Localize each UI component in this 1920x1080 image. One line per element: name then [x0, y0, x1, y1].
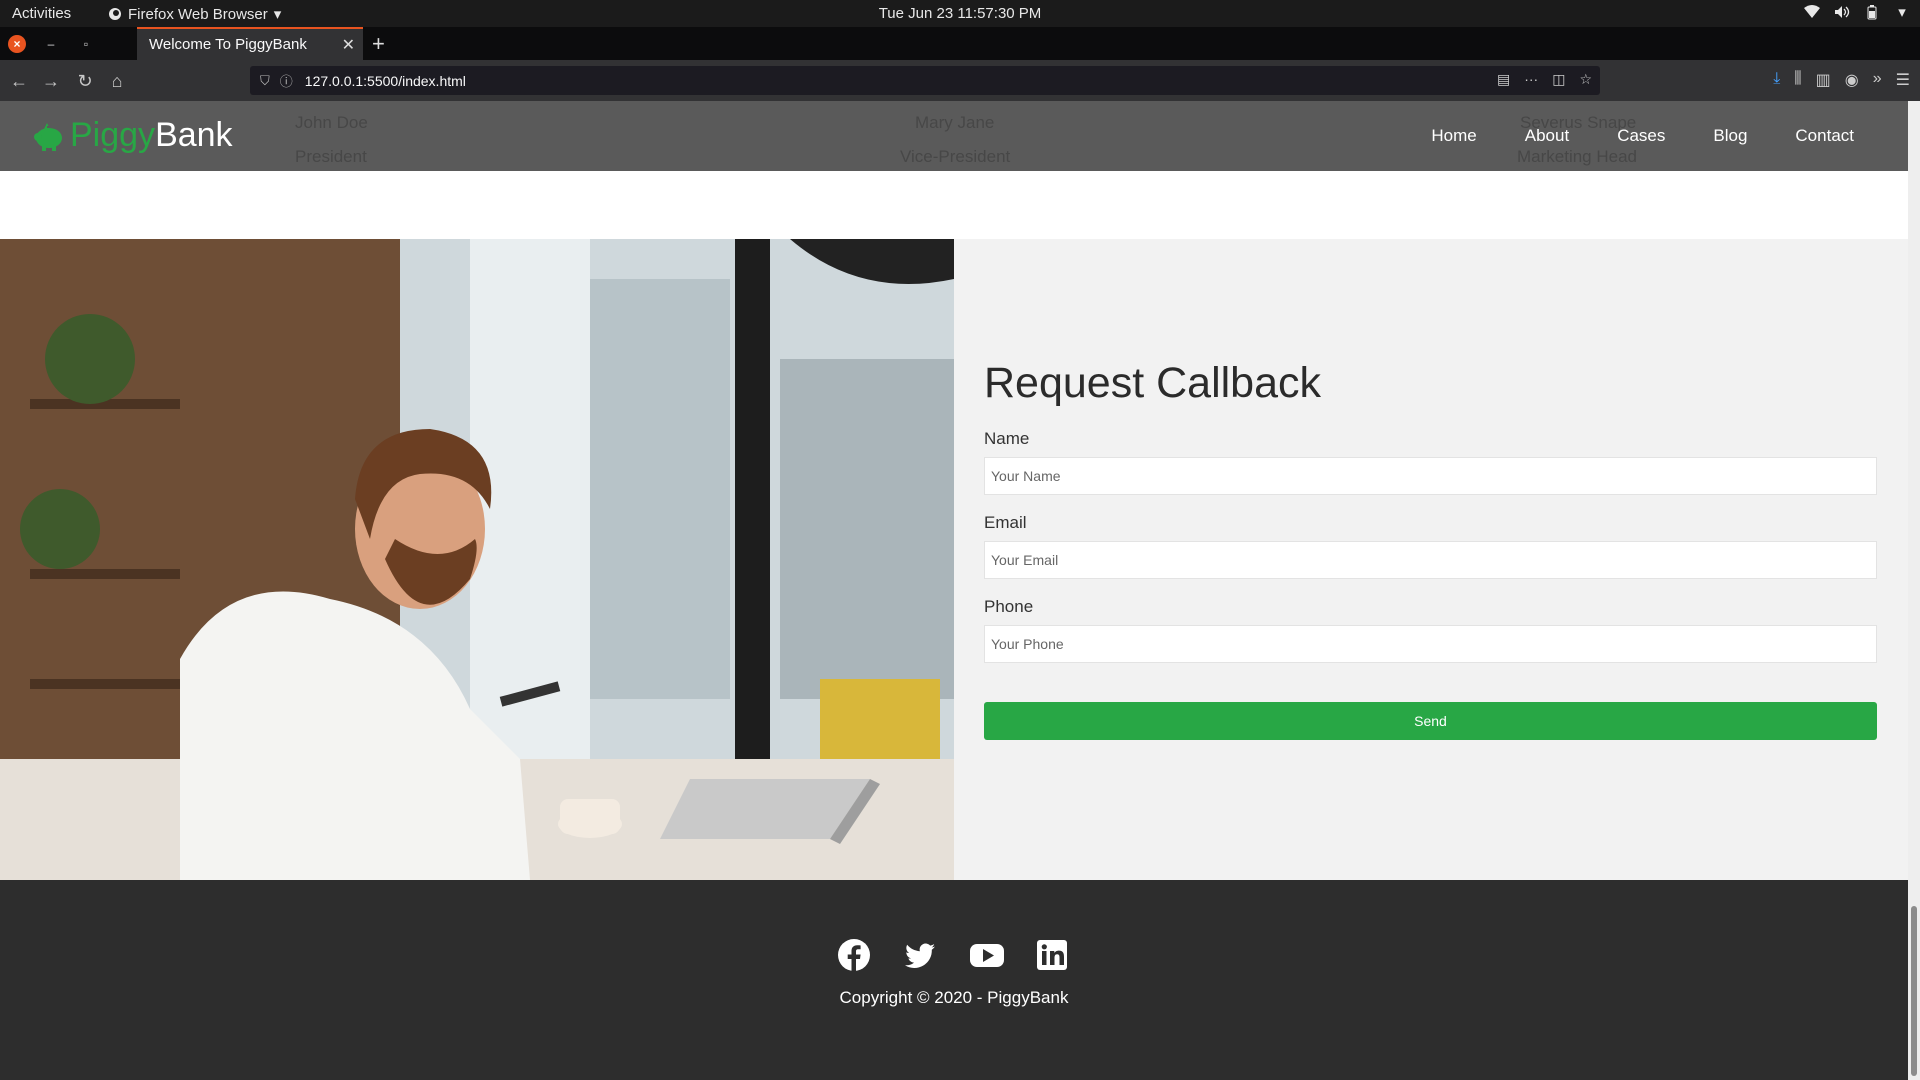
name-label: Name [984, 429, 1030, 448]
scrollbar-thumb[interactable] [1911, 906, 1917, 1076]
library-icon[interactable]: ⫼ [1794, 70, 1801, 90]
account-icon[interactable]: ◉ [1845, 70, 1859, 90]
page-viewport: John Doe President Mary Jane Vice-Presid… [0, 101, 1908, 1080]
copyright-text: Copyright © 2020 - PiggyBank [839, 988, 1069, 1007]
back-icon[interactable]: ← [8, 70, 30, 92]
url-text[interactable]: 127.0.0.1:5500/index.html [305, 73, 466, 89]
phone-input[interactable] [984, 625, 1877, 663]
system-top-bar: Activities Firefox Web Browser ▾ Tue Jun… [0, 0, 1920, 27]
hamburger-menu-icon[interactable]: ☰ [1896, 70, 1910, 90]
home-icon[interactable]: ⌂ [106, 70, 128, 92]
team-member-role: President [295, 147, 367, 166]
page-actions-icon[interactable]: ··· [1524, 71, 1538, 88]
site-logo[interactable]: Piggy Bank [30, 116, 233, 155]
pocket-icon[interactable]: ◫ [1552, 71, 1565, 88]
piggy-bank-icon [34, 122, 62, 151]
team-member-name: Mary Jane [915, 113, 995, 132]
logo-text-bank: Bank [155, 116, 233, 154]
twitter-icon[interactable] [903, 938, 939, 972]
main-nav: Home About Cases Blog Contact [1431, 101, 1908, 171]
callback-form-panel: Request Callback Name Email Phone Send [954, 239, 1908, 880]
volume-icon [1834, 4, 1850, 20]
social-links [0, 938, 1908, 972]
system-menu-caret-icon: ▾ [1898, 4, 1906, 21]
nav-home[interactable]: Home [1431, 126, 1476, 146]
linkedin-icon[interactable] [1035, 938, 1071, 972]
sidebar-icon[interactable]: ▥ [1816, 70, 1831, 90]
system-tray[interactable]: ▾ [1804, 4, 1910, 21]
page-scrollbar[interactable] [1908, 101, 1920, 1080]
forward-icon[interactable]: → [40, 70, 62, 92]
name-input[interactable] [984, 457, 1877, 495]
overflow-chevron-icon[interactable]: » [1873, 70, 1882, 90]
reader-view-icon[interactable]: ▤ [1497, 71, 1510, 88]
tracking-shield-icon[interactable]: ⛉ [260, 73, 270, 89]
downloads-icon[interactable]: ⤓ [1773, 70, 1780, 90]
clock[interactable]: Tue Jun 23 11:57:30 PM [0, 5, 1920, 22]
send-button[interactable]: Send [984, 702, 1877, 740]
nav-cases[interactable]: Cases [1617, 126, 1665, 146]
callback-section: Request Callback Name Email Phone Send [0, 239, 1908, 880]
tab-welcome[interactable]: Welcome To PiggyBank ✕ [137, 27, 363, 60]
nav-about[interactable]: About [1525, 126, 1569, 146]
url-bar[interactable]: ⛉ ⓘ 127.0.0.1:5500/index.html ▤ ··· ◫ ☆ [250, 66, 1600, 95]
team-member-name: John Doe [295, 113, 368, 132]
wifi-icon [1804, 4, 1820, 20]
window-minimize-icon[interactable]: – [42, 35, 60, 53]
battery-icon [1864, 4, 1880, 20]
window-close-icon[interactable]: × [8, 35, 26, 53]
tab-strip: × – ▫ Welcome To PiggyBank ✕ + [0, 27, 1920, 60]
site-header: John Doe President Mary Jane Vice-Presid… [0, 101, 1908, 171]
callback-title: Request Callback [984, 359, 1322, 407]
new-tab-icon[interactable]: + [372, 31, 385, 57]
bookmark-star-icon[interactable]: ☆ [1579, 71, 1592, 88]
phone-label: Phone [984, 597, 1034, 616]
site-info-icon[interactable]: ⓘ [280, 71, 293, 90]
facebook-icon[interactable] [837, 938, 873, 972]
browser-toolbar: ← → ↻ ⌂ ⛉ ⓘ 127.0.0.1:5500/index.html ▤ … [0, 60, 1920, 101]
email-label: Email [984, 513, 1027, 532]
office-photo [0, 239, 954, 880]
logo-text-piggy: Piggy [70, 116, 156, 154]
team-member-role: Vice-President [900, 147, 1011, 166]
nav-contact[interactable]: Contact [1795, 126, 1854, 146]
email-input[interactable] [984, 541, 1877, 579]
tab-close-icon[interactable]: ✕ [342, 35, 355, 55]
reload-icon[interactable]: ↻ [74, 70, 96, 92]
site-footer: Copyright © 2020 - PiggyBank [0, 880, 1908, 1080]
tab-title: Welcome To PiggyBank [149, 36, 307, 53]
window-restore-icon[interactable]: ▫ [77, 35, 95, 53]
youtube-icon[interactable] [969, 938, 1005, 972]
man-with-laptop-illustration [0, 239, 954, 880]
nav-blog[interactable]: Blog [1713, 126, 1747, 146]
